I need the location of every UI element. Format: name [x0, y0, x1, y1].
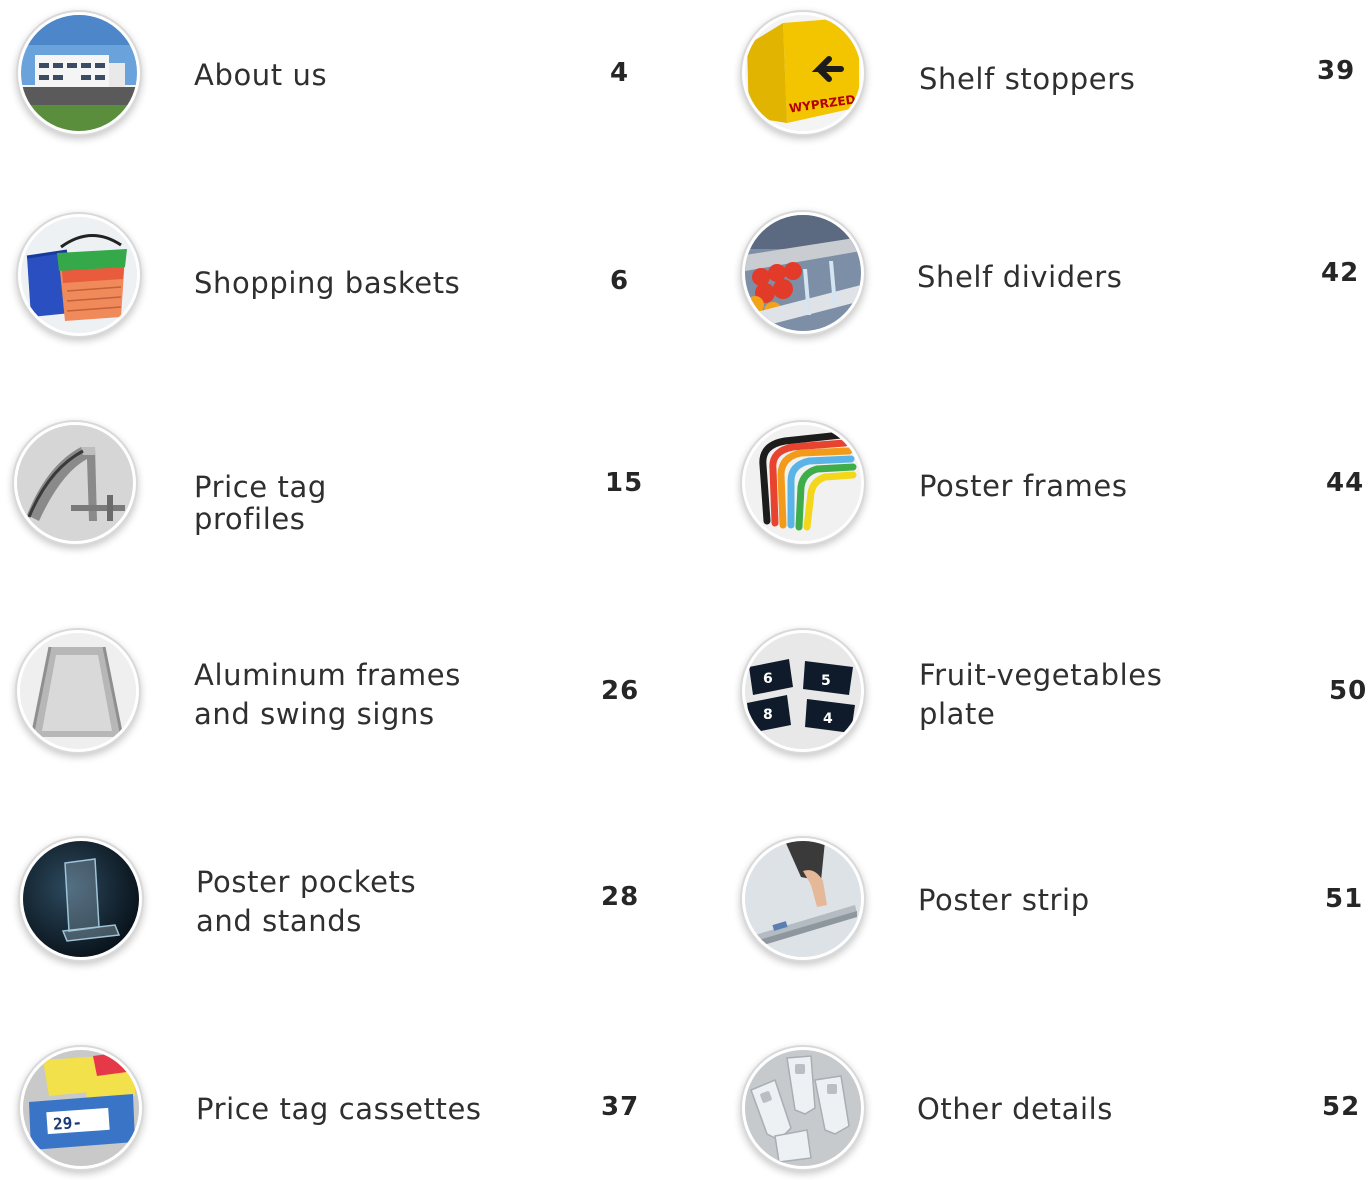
toc-entry-price-tag-profiles[interactable]: Price tag profiles 15 [0, 410, 680, 550]
toc-title: About us [194, 58, 328, 92]
svg-text:5: 5 [821, 673, 831, 689]
toc-title: Price tag cassettes [196, 1092, 482, 1126]
page-number: 37 [601, 1092, 640, 1122]
toc-entry-fruit-vegetables-plate[interactable]: 6 5 8 4 Fruit-vegetables plate 50 [690, 620, 1369, 760]
page-number: 52 [1322, 1092, 1361, 1122]
toc-title: Price tag profiles [194, 470, 327, 536]
building-photo-icon [21, 15, 137, 131]
table-of-contents: About us 4 Shopping baskets 6 Price tag … [0, 0, 1369, 1166]
page-number: 6 [610, 266, 630, 296]
shelf-divider-photo-icon [745, 215, 861, 331]
toc-title: Poster frames [919, 469, 1128, 503]
fruit-vegetable-plate-photo-icon: 6 5 8 4 [745, 633, 861, 749]
page-number: 28 [601, 882, 640, 912]
toc-title: Shelf stoppers [919, 62, 1136, 96]
toc-title: Poster pockets and stands [196, 865, 417, 938]
poster-frames-photo-icon [745, 425, 861, 541]
svg-text:4: 4 [823, 711, 833, 727]
shopping-baskets-photo-icon [21, 217, 137, 333]
toc-entry-about-us[interactable]: About us 4 [0, 0, 680, 140]
swing-sign-photo-icon [20, 633, 136, 749]
toc-entry-poster-strip[interactable]: Poster strip 51 [690, 830, 1369, 970]
page-number: 4 [610, 58, 630, 88]
toc-entry-other-details[interactable]: Other details 52 [690, 1040, 1369, 1180]
poster-stand-photo-icon [23, 841, 139, 957]
toc-title: Fruit-vegetables plate [919, 658, 1163, 731]
shelf-stopper-photo-icon: WYPRZEDAŻ [745, 15, 861, 131]
svg-text:6: 6 [763, 671, 773, 687]
toc-entry-price-tag-cassettes[interactable]: 29- Price tag cassettes 37 [0, 1040, 680, 1180]
toc-entry-poster-pockets[interactable]: Poster pockets and stands 28 [0, 830, 680, 970]
page-number: 50 [1329, 676, 1368, 706]
page-number: 15 [605, 468, 644, 498]
toc-entry-shelf-dividers[interactable]: Shelf dividers 42 [690, 200, 1369, 340]
toc-entry-shopping-baskets[interactable]: Shopping baskets 6 [0, 200, 680, 340]
svg-text:8: 8 [763, 707, 773, 723]
toc-entry-poster-frames[interactable]: Poster frames 44 [690, 410, 1369, 550]
page-number: 39 [1317, 56, 1356, 86]
toc-entry-aluminum-frames[interactable]: Aluminum frames and swing signs 26 [0, 620, 680, 760]
page-number: 42 [1321, 258, 1360, 288]
svg-text:29-: 29- [53, 1113, 83, 1134]
page-number: 44 [1326, 468, 1365, 498]
price-tag-cassette-photo-icon: 29- [23, 1050, 139, 1166]
other-details-photo-icon [745, 1050, 861, 1166]
toc-title: Poster strip [918, 883, 1090, 917]
toc-entry-shelf-stoppers[interactable]: WYPRZEDAŻ Shelf stoppers 39 [690, 0, 1369, 140]
poster-strip-photo-icon [745, 841, 861, 957]
page-number: 51 [1325, 884, 1364, 914]
page-number: 26 [601, 676, 640, 706]
toc-title: Aluminum frames and swing signs [194, 658, 461, 731]
toc-title: Shopping baskets [194, 266, 461, 300]
toc-title: Shelf dividers [917, 260, 1123, 294]
price-tag-profile-photo-icon [17, 425, 133, 541]
toc-title: Other details [917, 1092, 1113, 1126]
